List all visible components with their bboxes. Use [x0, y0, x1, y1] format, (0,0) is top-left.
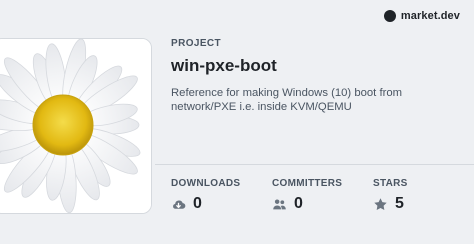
- bottom-strip: [0, 244, 474, 248]
- stat-label: DOWNLOADS: [171, 178, 241, 189]
- users-icon: [273, 198, 286, 209]
- brand-name: market.dev: [400, 10, 460, 22]
- market-dev-logo-icon: [383, 10, 396, 22]
- stat-label: COMMITTERS: [272, 178, 343, 189]
- stat-downloads: DOWNLOADS 0: [171, 178, 240, 213]
- project-description: Reference for making Windows (10) boot f…: [171, 87, 403, 113]
- project-image-card: [0, 38, 152, 214]
- stat-value: 0: [294, 195, 303, 212]
- stat-label: STARS: [373, 178, 408, 189]
- project-title[interactable]: win-pxe-boot: [171, 56, 277, 76]
- daisy-flower-image: [0, 39, 151, 213]
- stat-committers: COMMITTERS 0: [272, 178, 342, 213]
- star-icon: [374, 197, 387, 210]
- stat-stars: STARS 5: [373, 178, 408, 213]
- section-label: PROJECT: [171, 38, 222, 49]
- stat-value: 0: [193, 195, 202, 212]
- project-card-page: market.dev PROJECT win-pxe-boot Referenc: [0, 0, 474, 248]
- brand-logo[interactable]: market.dev: [383, 10, 460, 22]
- stat-value: 5: [395, 195, 404, 212]
- divider: [155, 164, 474, 165]
- cloud-download-icon: [173, 200, 186, 209]
